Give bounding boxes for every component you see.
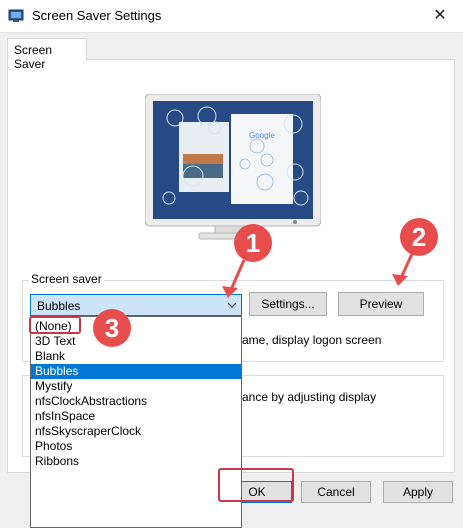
close-button[interactable]: ✕ — [417, 0, 463, 32]
dropdown-option-nfsskyscraperclock[interactable]: nfsSkyscraperClock — [31, 424, 241, 439]
preview-button[interactable]: Preview — [338, 292, 424, 316]
annotation-step-2: 2 — [400, 218, 438, 256]
tab-label: Screen Saver — [14, 43, 53, 71]
logon-option-text: ame, display logon screen — [242, 333, 382, 347]
power-settings-text: ance by adjusting display — [242, 390, 377, 404]
screen-saver-dropdown: (None) 3D Text Blank Bubbles Mystify nfs… — [30, 316, 242, 528]
annotation-step-3: 3 — [93, 309, 131, 347]
annotation-step-1: 1 — [234, 224, 272, 262]
dropdown-option-bubbles[interactable]: Bubbles — [31, 364, 241, 379]
settings-button[interactable]: Settings... — [249, 292, 327, 316]
dropdown-option-blank[interactable]: Blank — [31, 349, 241, 364]
screen-saver-select[interactable]: Bubbles — [30, 294, 242, 316]
dropdown-option-photos[interactable]: Photos — [31, 439, 241, 454]
annotation-arrow-1 — [222, 259, 246, 298]
dropdown-option-nfsinspace[interactable]: nfsInSpace — [31, 409, 241, 424]
dropdown-option-nfsclockabstractions[interactable]: nfsClockAbstractions — [31, 394, 241, 409]
window-title: Screen Saver Settings — [32, 8, 162, 23]
dropdown-option-3d-text[interactable]: 3D Text — [31, 334, 241, 349]
chevron-down-icon — [227, 302, 237, 308]
annotation-arrow-2 — [392, 253, 414, 286]
group-label-screen-saver: Screen saver — [29, 272, 104, 286]
dropdown-option-none[interactable]: (None) — [31, 319, 241, 334]
screen-saver-settings-icon — [8, 9, 24, 22]
dropdown-option-mystify[interactable]: Mystify — [31, 379, 241, 394]
cancel-button[interactable]: Cancel — [301, 481, 371, 503]
apply-button[interactable]: Apply — [383, 481, 453, 503]
tab-screen-saver[interactable]: Screen Saver — [7, 38, 87, 71]
title-bar: Screen Saver Settings ✕ — [0, 0, 463, 33]
dropdown-option-ribbons[interactable]: Ribbons — [31, 454, 241, 469]
svg-text:Google: Google — [249, 131, 275, 140]
selected-screen-saver: Bubbles — [37, 299, 81, 313]
monitor-preview: Google — [145, 94, 321, 240]
